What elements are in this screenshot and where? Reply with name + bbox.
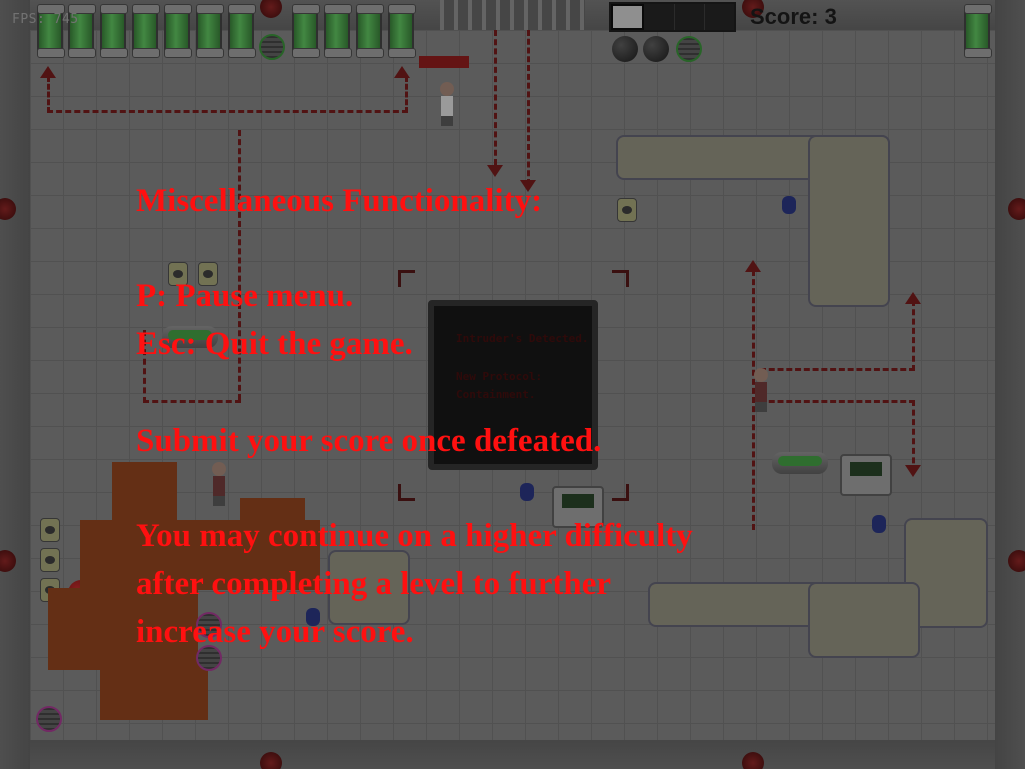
help-continue-line2: after completing a level to further [136,566,611,602]
help-quit: Esc: Quit the game. [136,326,413,362]
game-viewport[interactable]: Intruder's Detected. New Protocol: Conta… [0,0,1025,769]
help-heading: Miscellaneous Functionality: [136,183,543,219]
help-pause: P: Pause menu. [136,278,354,314]
help-submit: Submit your score once defeated. [136,423,602,459]
help-continue-line1: You may continue on a higher difficulty [136,518,693,554]
help-continue-line3: increase your score. [136,614,414,650]
